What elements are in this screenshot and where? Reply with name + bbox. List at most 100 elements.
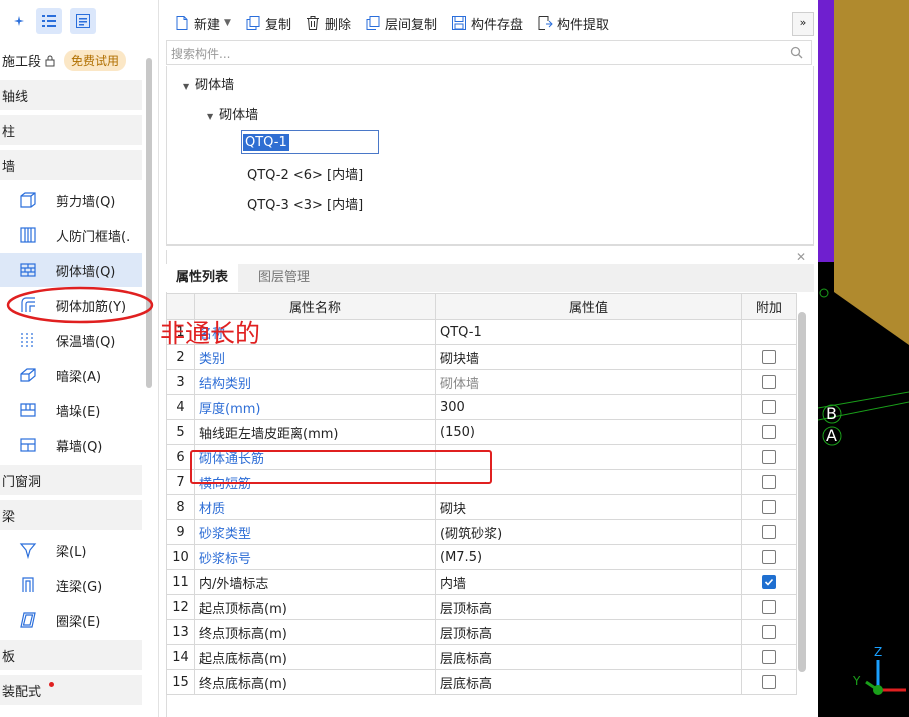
property-value[interactable]: 层底标高 [435,644,742,670]
tab-property-list[interactable]: 属性列表 [166,264,239,292]
table-row[interactable]: 8 材质 砌块 [166,494,797,520]
beam-item-beam[interactable]: 梁(L) [0,533,142,567]
extract-component-button[interactable]: 构件提取 [537,14,609,33]
category-prefab[interactable]: 装配式 [0,675,142,705]
extra-checkbox[interactable] [762,400,776,414]
trash-icon [306,16,319,30]
tree-item[interactable]: QTQ-3 <3> [内墙] [247,194,363,213]
wall-item-curtain-wall[interactable]: 幕墙(Q) [0,428,142,462]
extra-checkbox[interactable] [762,675,776,689]
save-icon [451,16,466,30]
insulation-wall-icon [18,330,38,350]
component-search[interactable]: 搜索构件... [166,40,812,65]
tree-selected-label: QTQ-1 [243,134,289,151]
extra-checkbox[interactable] [762,525,776,539]
toolbar-overflow-button[interactable]: » [792,12,814,36]
table-row[interactable]: 13 终点顶标高(m) 层顶标高 [166,619,797,645]
splitter[interactable] [167,244,813,246]
table-header: 属性名称 属性值 附加 [166,293,797,320]
extra-checkbox[interactable] [762,475,776,489]
extra-checkbox[interactable] [762,500,776,514]
wall-item-shear-wall[interactable]: 剪力墙(Q) [0,183,142,217]
table-row[interactable]: 1 名称 QTQ-1 [166,319,797,345]
extra-checkbox[interactable] [762,575,776,589]
new-button[interactable]: 新建 ▼ [174,14,231,33]
table-row[interactable]: 15 终点底标高(m) 层底标高 [166,669,797,695]
tree-node-child[interactable]: ▼ 砌体墙 [207,104,258,123]
property-value[interactable]: 层顶标高 [435,594,742,620]
extra-checkbox[interactable] [762,625,776,639]
detail-view-button[interactable] [70,8,96,34]
property-value[interactable]: 层顶标高 [435,619,742,645]
table-row[interactable]: 3 结构类别 砌体墙 [166,369,797,395]
wall-item-civil-defense-door-wall[interactable]: 人防门框墙(. [0,218,142,252]
search-icon[interactable] [790,46,803,59]
table-row[interactable]: 12 起点顶标高(m) 层顶标高 [166,594,797,620]
table-row[interactable]: 4 厚度(mm) 300 [166,394,797,420]
beam-item-ring-beam[interactable]: 圈梁(E) [0,603,142,637]
table-row[interactable]: 14 起点底标高(m) 层底标高 [166,644,797,670]
property-value[interactable]: 砌体墙 [435,369,742,395]
pin-icon[interactable] [6,8,32,34]
list-view-button[interactable] [36,8,62,34]
trial-badge[interactable]: 免费试用 [64,50,127,71]
pilaster-icon [18,400,38,420]
extra-checkbox[interactable] [762,350,776,364]
extra-checkbox[interactable] [762,650,776,664]
category-column[interactable]: 柱 [0,115,142,145]
tree-item-rename-input[interactable]: QTQ-1 [241,130,379,154]
table-row[interactable]: 10 砂浆标号 (M7.5) [166,544,797,570]
delete-button[interactable]: 删除 [305,14,351,33]
category-beam[interactable]: 梁 [0,500,142,530]
tree-node-root[interactable]: ▼ 砌体墙 [183,74,234,93]
tree-item[interactable]: QTQ-2 <6> [内墙] [247,164,363,183]
wall-item-hidden-beam[interactable]: 暗梁(A) [0,358,142,392]
extra-checkbox[interactable] [762,600,776,614]
property-value[interactable]: QTQ-1 [435,319,742,345]
extra-checkbox[interactable] [762,450,776,464]
wall-item-insulation-wall[interactable]: 保温墙(Q) [0,323,142,357]
floor-selector[interactable]: 施工段 免费试用 [2,50,127,71]
table-row[interactable]: 9 砂浆类型 (砌筑砂浆) [166,519,797,545]
property-tabs: 属性列表 图层管理 [166,264,814,292]
row-index: 13 [166,619,195,645]
wall-item-pilaster[interactable]: 墙垛(E) [0,393,142,427]
category-axis[interactable]: 轴线 [0,80,142,110]
table-row[interactable]: 11 内/外墙标志 内墙 [166,569,797,595]
category-slab[interactable]: 板 [0,640,142,670]
category-wall[interactable]: 墙 [0,150,142,180]
axis-z-label: Z [874,645,883,659]
tab-layer-manage[interactable]: 图层管理 [248,264,320,292]
detail-list-icon [76,14,90,28]
property-scrollbar[interactable] [798,312,806,672]
close-icon[interactable]: ✕ [796,250,806,264]
category-door-window[interactable]: 门窗洞 [0,465,142,495]
save-label: 构件存盘 [470,17,523,33]
table-row[interactable]: 2 类别 砌块墙 [166,344,797,370]
property-value[interactable]: 砌块墙 [435,344,742,370]
copy-icon [246,16,260,30]
extra-checkbox[interactable] [762,550,776,564]
extra-checkbox[interactable] [762,375,776,389]
floor-copy-button[interactable]: 层间复制 [365,14,437,33]
extra-cell [741,369,797,395]
property-value[interactable]: 300 [435,394,742,420]
extra-cell [741,519,797,545]
property-value[interactable]: (砌筑砂浆) [435,519,742,545]
wall-item-masonry-wall[interactable]: 砌体墙(Q) [0,253,142,287]
property-value[interactable]: 内墙 [435,569,742,595]
property-value[interactable]: 层底标高 [435,669,742,695]
annotation-ellipse [6,286,154,324]
beam-item-coupling-beam[interactable]: 连梁(G) [0,568,142,602]
left-scrollbar[interactable] [146,58,152,388]
copy-label: 复制 [264,17,291,33]
copy-button[interactable]: 复制 [245,14,291,33]
3d-viewport[interactable]: B A Z Y [818,0,909,717]
property-value[interactable]: 砌块 [435,494,742,520]
property-value[interactable]: (M7.5) [435,544,742,570]
property-value[interactable]: (150) [435,419,742,445]
save-component-button[interactable]: 构件存盘 [451,14,523,33]
extra-checkbox[interactable] [762,425,776,439]
sparkle-icon [14,16,24,26]
table-row[interactable]: 5 轴线距左墙皮距离(mm) (150) [166,419,797,445]
